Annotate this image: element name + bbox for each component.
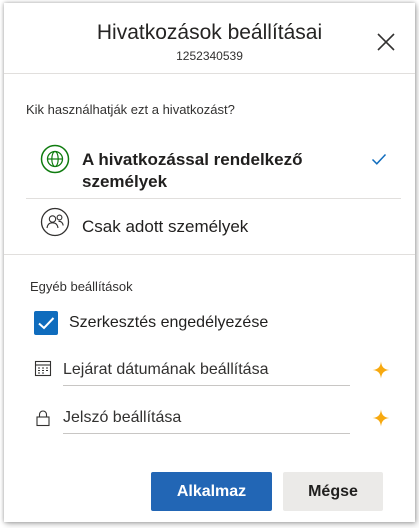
expiry-date-row [26,355,401,387]
audience-section-label: Kik használhatják ezt a hivatkozást? [26,102,235,117]
allow-edit-checkbox-row[interactable]: Szerkesztés engedélyezése [34,311,334,337]
cancel-button[interactable]: Mégse [283,472,383,511]
password-field[interactable] [63,403,350,434]
premium-sparkle-icon [372,361,390,379]
other-settings-label: Egyéb beállítások [30,279,133,294]
section-divider [4,254,415,255]
expiry-date-field[interactable] [63,355,350,386]
option-specific-label: Csak adott személyek [82,217,249,236]
allow-edit-label: Szerkesztés engedélyezése [69,314,269,331]
globe-icon [40,144,70,174]
option-anyone-with-link[interactable]: A hivatkozással rendelkező személyek [26,138,401,199]
apply-button[interactable]: Alkalmaz [151,472,272,511]
checkmark-icon [371,153,387,165]
link-settings-dialog: Hivatkozások beállításai 1252340539 Kik … [4,3,415,522]
people-icon [40,207,70,237]
dialog-subtitle: 1252340539 [176,49,243,63]
calendar-icon [34,360,52,377]
option-anyone-label: A hivatkozással rendelkező személyek [82,150,303,191]
close-icon [377,33,395,51]
close-button[interactable] [375,31,397,53]
dialog-header: Hivatkozások beállításai 1252340539 [4,3,415,74]
lock-icon [36,410,50,427]
checkbox-check-icon [38,317,55,330]
allow-edit-checkbox[interactable] [34,311,58,335]
password-row [26,403,401,435]
option-specific-people[interactable]: Csak adott személyek [26,202,401,250]
premium-sparkle-icon [372,409,390,427]
dialog-title: Hivatkozások beállításai [96,21,323,44]
